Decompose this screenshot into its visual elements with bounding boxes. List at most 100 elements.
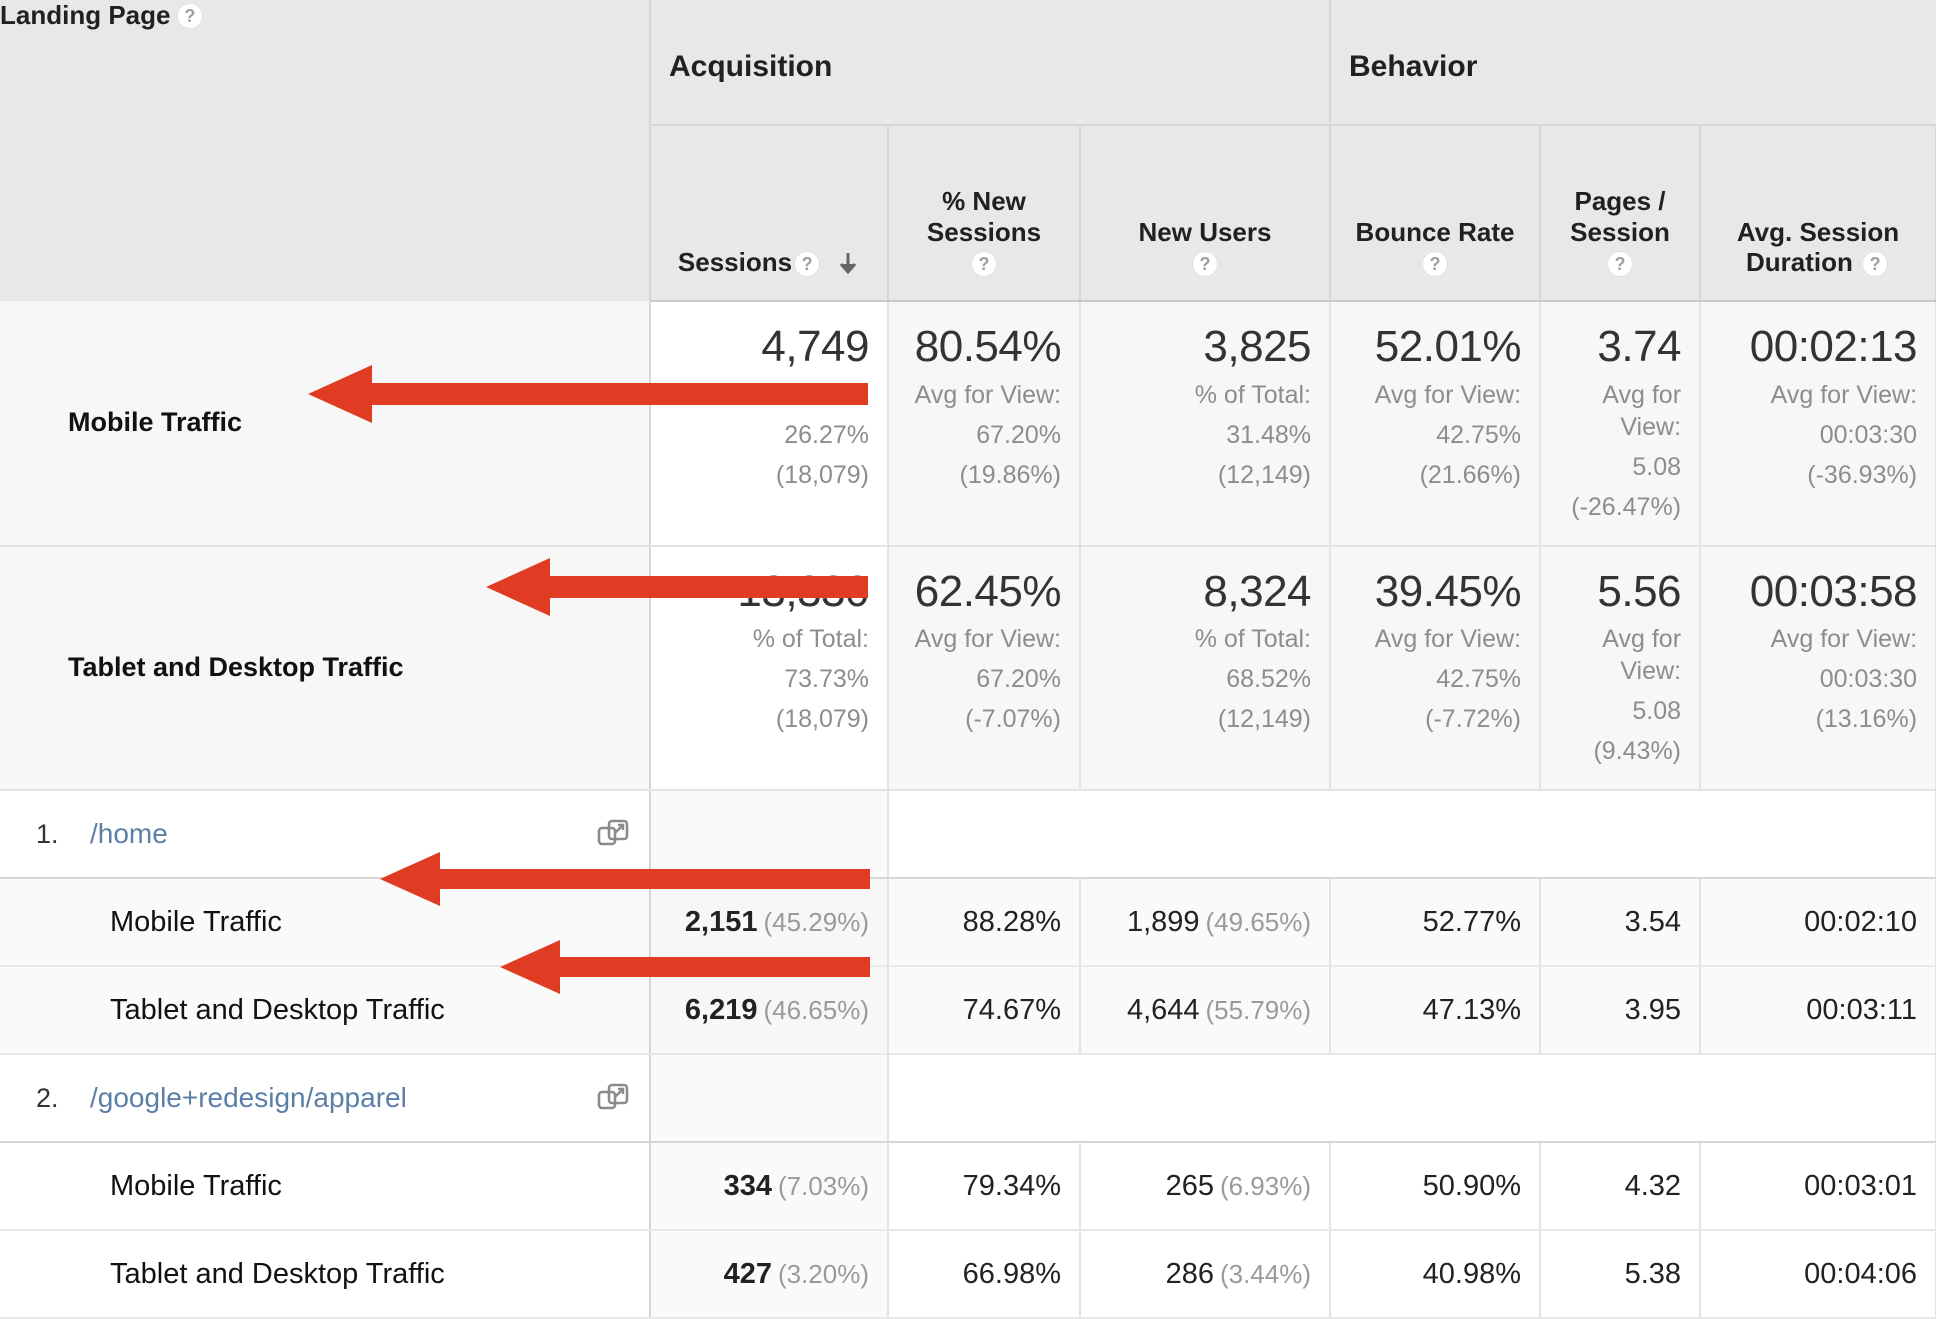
summary-note-2: 68.52%: [1226, 665, 1312, 694]
sort-descending-icon[interactable]: [836, 251, 860, 277]
summary-note-2: 31.48%: [1226, 420, 1312, 449]
cell-new-users-value: 1,899: [1126, 905, 1200, 938]
column-header-pages-session-label: Pages / Session: [1570, 185, 1670, 247]
summary-note-2: 67.20%: [976, 665, 1061, 694]
cell-pct-new-sessions: 79.34%: [888, 1142, 1081, 1232]
page-group-empty-cell: [888, 789, 1936, 880]
cell-sessions-pct: (3.20%): [777, 1258, 869, 1289]
cell-new-users-pct: (49.65%): [1205, 906, 1312, 937]
help-icon[interactable]: ?: [971, 251, 997, 278]
summary-value: 4,749: [761, 322, 869, 371]
cell-pct-new-sessions: 88.28%: [888, 878, 1081, 968]
column-header-bounce-rate[interactable]: Bounce Rate?: [1330, 125, 1542, 302]
summary-note-3: (-7.72%): [1425, 705, 1522, 734]
segment-label: Mobile Traffic: [0, 1142, 651, 1232]
summary-note-2: 5.08: [1632, 452, 1682, 481]
summary-cell-new-users: 3,825 % of Total: 31.48% (12,149): [1080, 301, 1332, 547]
help-icon[interactable]: ?: [794, 251, 821, 278]
summary-note-3: (19.86%): [959, 460, 1061, 489]
column-header-avg-session-duration[interactable]: Avg. Session Duration ?: [1700, 125, 1936, 302]
cell-new-users: 265 (6.93%): [1080, 1142, 1332, 1232]
page-group-sessions-cell: [649, 789, 889, 880]
column-header-pages-session[interactable]: Pages / Session?: [1540, 125, 1702, 302]
summary-note-3: (13.16%): [1815, 705, 1918, 734]
column-header-new-users[interactable]: New Users?: [1080, 125, 1332, 302]
summary-row: Tablet and Desktop Traffic 13,330 % of T…: [0, 545, 1936, 792]
summary-note-2: 00:03:30: [1819, 420, 1918, 449]
summary-cell-new-users: 8,324 % of Total: 68.52% (12,149): [1080, 545, 1332, 792]
summary-cell-bounce-rate: 52.01% Avg for View: 42.75% (21.66%): [1330, 301, 1542, 547]
cell-bounce-rate: 52.77%: [1330, 878, 1542, 968]
cell-sessions: 2,151 (45.29%): [649, 878, 889, 968]
summary-note-3: (12,149): [1217, 705, 1312, 734]
cell-new-users-pct: (6.93%): [1219, 1170, 1312, 1201]
column-header-sessions[interactable]: Sessions?: [649, 125, 889, 302]
cell-sessions-value: 6,219: [684, 993, 758, 1026]
landing-page-link[interactable]: /google+redesign/apparel: [90, 1082, 407, 1114]
column-header-pct-new-sessions[interactable]: % New Sessions?: [888, 125, 1081, 302]
summary-row: Mobile Traffic 4,749 % of Total: 26.27% …: [0, 301, 1936, 547]
summary-note-1: % of Total:: [1194, 625, 1312, 654]
cell-pages-session: 3.95: [1540, 966, 1702, 1056]
table-group-header-row: Landing Page ? Acquisition Behavior: [0, 0, 1936, 301]
cell-new-users: 286 (3.44%): [1080, 1230, 1332, 1319]
summary-value: 00:03:58: [1749, 566, 1918, 616]
help-icon[interactable]: ?: [1607, 251, 1634, 278]
cell-pct-new-sessions: 66.98%: [888, 1230, 1081, 1319]
help-icon[interactable]: ?: [176, 2, 203, 29]
summary-note-1: Avg for View:: [914, 380, 1061, 409]
summary-note-3: (18,079): [775, 705, 869, 734]
dimension-header-cell[interactable]: Landing Page ?: [0, 0, 651, 301]
summary-cell-pages-session: 3.74 Avg for View: 5.08 (-26.47%): [1540, 301, 1702, 547]
cell-bounce-rate: 40.98%: [1330, 1230, 1542, 1319]
summary-note-1: Avg for View:: [1770, 625, 1918, 654]
summary-note-2: 5.08: [1632, 697, 1682, 726]
summary-value: 3.74: [1597, 322, 1682, 371]
summary-note-3: (18,079): [775, 460, 869, 489]
cell-avg-session-duration: 00:04:06: [1700, 1230, 1936, 1319]
help-icon[interactable]: ?: [1192, 251, 1218, 278]
summary-note-3: (-7.07%): [965, 705, 1061, 734]
summary-row-label-cell: Tablet and Desktop Traffic: [0, 545, 651, 792]
summary-value: 8,324: [1203, 566, 1312, 616]
table-row: Mobile Traffic 334 (7.03%) 79.34% 265 (6.9…: [0, 1142, 1936, 1232]
cell-new-users: 4,644 (55.79%): [1080, 966, 1332, 1056]
summary-note-2: 26.27%: [784, 420, 869, 449]
page-group-label-cell: 2. /google+redesign/apparel: [0, 1053, 651, 1144]
help-icon[interactable]: ?: [1862, 251, 1889, 278]
cell-pct-new-sessions: 74.67%: [888, 966, 1081, 1056]
table-row: Tablet and Desktop Traffic 427 (3.20%) 66…: [0, 1230, 1936, 1319]
column-header-pct-new-sessions-label: % New Sessions: [926, 185, 1042, 247]
cell-sessions-value: 334: [723, 1169, 772, 1202]
summary-value: 39.45%: [1374, 566, 1522, 616]
cell-new-users-pct: (55.79%): [1205, 994, 1312, 1025]
summary-note-1: % of Total:: [1194, 380, 1312, 409]
cell-avg-session-duration: 00:03:11: [1700, 966, 1936, 1056]
summary-cell-sessions: 4,749 % of Total: 26.27% (18,079): [649, 301, 889, 547]
page-group-empty-cell: [888, 1053, 1936, 1144]
column-header-sessions-label: Sessions: [677, 247, 793, 278]
page-group-row: 1. /home: [0, 789, 1936, 880]
summary-note-2: 42.75%: [1436, 665, 1522, 694]
summary-note-3: (9.43%): [1593, 737, 1682, 766]
cell-new-users-value: 4,644: [1126, 993, 1200, 1026]
summary-note-1: Avg for View:: [1602, 380, 1682, 441]
launch-icon[interactable]: [597, 817, 631, 851]
summary-note-2: 42.75%: [1436, 420, 1522, 449]
landing-page-link[interactable]: /home: [90, 818, 168, 850]
summary-note-1: Avg for View:: [1374, 380, 1522, 409]
cell-pages-session: 5.38: [1540, 1230, 1702, 1319]
cell-sessions-value: 427: [723, 1257, 772, 1290]
cell-sessions: 334 (7.03%): [649, 1142, 889, 1232]
launch-icon[interactable]: [597, 1081, 631, 1115]
help-icon[interactable]: ?: [1422, 251, 1449, 278]
cell-avg-session-duration: 00:03:01: [1700, 1142, 1936, 1232]
summary-note-2: 00:03:30: [1819, 665, 1918, 694]
cell-sessions-pct: (7.03%): [777, 1170, 869, 1201]
summary-note-1: Avg for View:: [914, 625, 1061, 654]
summary-row-label: Mobile Traffic: [68, 407, 243, 438]
cell-bounce-rate: 50.90%: [1330, 1142, 1542, 1232]
cell-new-users-value: 286: [1165, 1257, 1214, 1290]
landing-page-report-table: Landing Page ? Acquisition Behavior Sess…: [0, 0, 1936, 1319]
group-header-behavior: Behavior: [1329, 0, 1936, 126]
